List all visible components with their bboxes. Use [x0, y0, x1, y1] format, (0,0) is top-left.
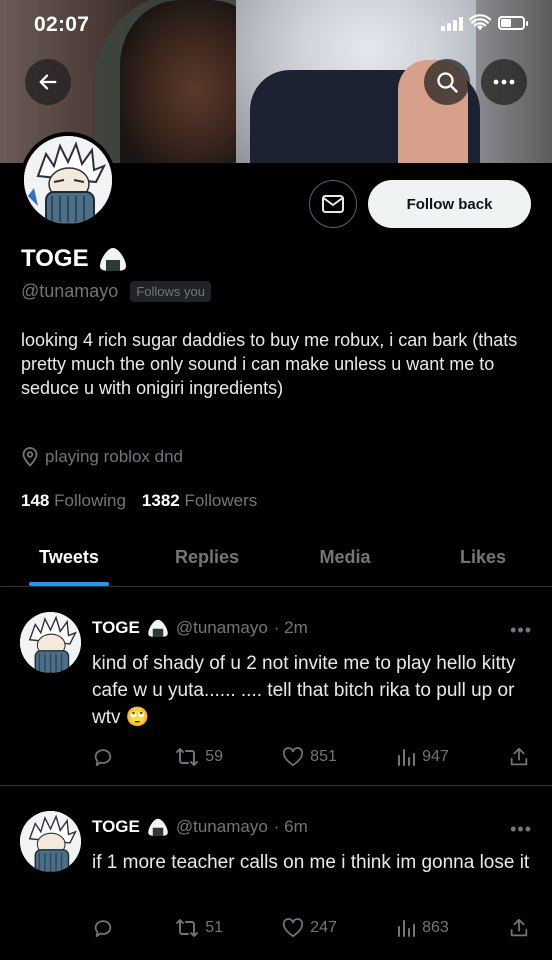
back-button[interactable]: [25, 59, 71, 105]
tweet-more-icon[interactable]: •••: [510, 620, 532, 641]
tab-likes[interactable]: Likes: [414, 528, 552, 586]
like-count: 247: [310, 919, 337, 936]
tweet-author-name[interactable]: TOGE: [92, 618, 140, 638]
profile-handle: @tunamayo: [21, 281, 119, 301]
share-icon: [510, 747, 528, 766]
search-icon: [437, 72, 458, 93]
back-arrow-icon: [39, 74, 57, 90]
mail-icon: [322, 195, 344, 213]
profile-name-row: TOGE: [21, 245, 129, 273]
location-pin-icon: [22, 447, 38, 467]
views-button[interactable]: 863: [396, 918, 449, 938]
views-count: 947: [422, 748, 449, 765]
followers-count: 1382: [141, 491, 180, 510]
search-button[interactable]: [424, 59, 470, 105]
share-icon: [510, 918, 528, 937]
reply-icon: [94, 749, 112, 767]
retweet-count: 59: [205, 748, 223, 765]
following-label: Following: [54, 491, 126, 510]
tweet-avatar[interactable]: [20, 612, 81, 673]
followers-link[interactable]: 1382 Followers: [142, 491, 257, 511]
profile-name: TOGE: [21, 245, 89, 272]
profile-avatar[interactable]: [20, 132, 116, 228]
reply-icon: [94, 920, 112, 938]
like-icon: [283, 918, 304, 938]
retweet-icon: [176, 748, 199, 766]
retweet-button[interactable]: 51: [175, 917, 223, 939]
tweet-author-handle: @tunamayo: [175, 618, 268, 637]
signal-icon: [441, 17, 463, 31]
status-time: 02:07: [34, 13, 90, 36]
views-button[interactable]: 947: [396, 747, 449, 767]
views-icon: [398, 749, 416, 766]
like-count: 851: [310, 748, 337, 765]
tweet[interactable]: TOGE @tunamayo · 6m ••• if 1 more teache…: [0, 787, 552, 960]
tweet-avatar[interactable]: [20, 811, 81, 872]
tab-replies[interactable]: Replies: [138, 528, 276, 586]
share-button[interactable]: [508, 917, 532, 939]
message-button[interactable]: [309, 180, 357, 228]
location-text: playing roblox dnd: [45, 447, 183, 466]
tweet-author-name[interactable]: TOGE: [92, 817, 140, 837]
follow-counts: 148 Following 1382 Followers: [21, 491, 257, 511]
tweet-author-handle: @tunamayo: [175, 817, 268, 836]
retweet-count: 51: [205, 919, 223, 936]
tweet-time: · 2m: [273, 618, 308, 637]
tweet-header: TOGE @tunamayo · 2m: [92, 618, 308, 638]
tweet-text: if 1 more teacher calls on me i think im…: [92, 852, 530, 873]
following-count: 148: [21, 491, 50, 510]
retweet-icon: [176, 919, 199, 937]
tweet-text: kind of shady of u 2 not invite me to pl…: [92, 653, 516, 728]
retweet-button[interactable]: 59: [175, 746, 223, 768]
tweet-actions: 59 851 947: [92, 746, 532, 768]
wifi-icon: [469, 14, 491, 31]
more-icon: [493, 79, 515, 85]
handle-row: @tunamayo Follows you: [21, 281, 211, 302]
onigiri-icon: [148, 619, 168, 637]
tab-media[interactable]: Media: [276, 528, 414, 586]
views-icon: [398, 920, 416, 937]
battery-icon: [498, 16, 528, 30]
avatar-image: [24, 136, 112, 224]
more-options-button[interactable]: [481, 59, 527, 105]
following-link[interactable]: 148 Following: [21, 491, 126, 511]
like-icon: [283, 747, 304, 767]
tab-tweets[interactable]: Tweets: [0, 528, 138, 586]
follow-back-button[interactable]: Follow back: [368, 180, 531, 228]
views-count: 863: [422, 919, 449, 936]
tweet[interactable]: TOGE @tunamayo · 2m ••• kind of shady of…: [0, 588, 552, 786]
share-button[interactable]: [508, 746, 532, 768]
follows-you-badge: Follows you: [130, 281, 211, 302]
profile-bio: looking 4 rich sugar daddies to buy me r…: [21, 330, 518, 398]
onigiri-icon: [148, 818, 168, 836]
tweet-header: TOGE @tunamayo · 6m: [92, 817, 308, 837]
onigiri-icon: [99, 248, 126, 271]
tweet-actions: 51 247 863: [92, 917, 532, 939]
reply-button[interactable]: [92, 746, 116, 768]
followers-label: Followers: [184, 491, 258, 510]
profile-location: playing roblox dnd: [21, 447, 183, 467]
tweet-time: · 6m: [273, 817, 308, 836]
status-bar: 02:07: [0, 0, 552, 54]
tweet-more-icon[interactable]: •••: [510, 819, 532, 840]
reply-button[interactable]: [92, 917, 116, 939]
like-button[interactable]: 247: [282, 918, 337, 938]
profile-tabs: Tweets Replies Media Likes: [0, 528, 552, 587]
like-button[interactable]: 851: [282, 747, 337, 767]
